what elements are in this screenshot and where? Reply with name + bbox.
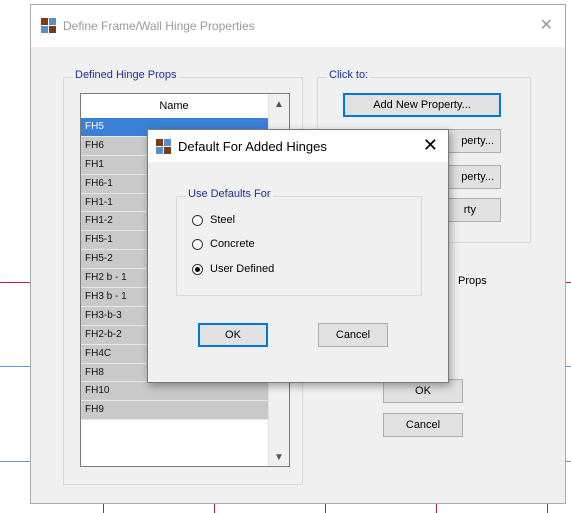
scroll-down-icon[interactable]: ▼ [269,452,289,463]
grid-line [0,461,30,462]
modal-ok-button[interactable]: OK [198,323,268,347]
list-item[interactable]: FH9 [81,401,268,421]
default-added-hinges-dialog: Default For Added Hinges ✕ Use Defaults … [147,129,449,383]
scroll-up-icon[interactable]: ▲ [269,99,289,110]
list-header-name[interactable]: Name [81,94,267,119]
use-defaults-title: Use Defaults For [186,188,273,200]
dialog-titlebar: Define Frame/Wall Hinge Properties ✕ [31,5,565,47]
radio-button[interactable] [192,214,203,226]
grid-line [566,461,571,462]
close-icon[interactable]: ✕ [540,15,553,35]
dialog-title: Define Frame/Wall Hinge Properties [63,19,255,33]
grid-line [547,504,548,513]
radio-option-user-defined[interactable]: User Defined [192,261,274,277]
cancel-button[interactable]: Cancel [383,413,463,437]
radio-label: Steel [210,214,236,226]
radio-button[interactable] [192,263,203,275]
grid-line [214,504,215,513]
grid-line [566,282,571,283]
show-generated-props-label: Props [458,275,487,287]
grid-line [325,504,326,513]
button-label: perty... [461,171,494,183]
app-icon [156,139,172,155]
defined-hinge-props-title: Defined Hinge Props [73,69,179,81]
close-icon[interactable]: ✕ [423,135,438,156]
radio-option-steel[interactable]: Steel [192,212,235,228]
grid-line [566,366,571,367]
click-to-title: Click to: [327,69,371,81]
grid-line [0,366,30,367]
radio-label: User Defined [210,263,275,275]
grid-line [0,282,30,283]
radio-label: Concrete [210,238,255,250]
button-label: perty... [461,135,494,147]
modal-titlebar: Default For Added Hinges ✕ [148,130,448,162]
modal-title: Default For Added Hinges [178,139,327,154]
list-item[interactable]: FH10 [81,382,268,402]
button-label: rty [463,204,476,216]
add-new-property-button[interactable]: Add New Property... [343,93,501,117]
app-icon [41,18,57,34]
modal-cancel-button[interactable]: Cancel [318,323,388,347]
grid-line [103,504,104,513]
radio-option-concrete[interactable]: Concrete [192,236,255,252]
radio-button[interactable] [192,238,203,250]
grid-line [436,504,437,513]
